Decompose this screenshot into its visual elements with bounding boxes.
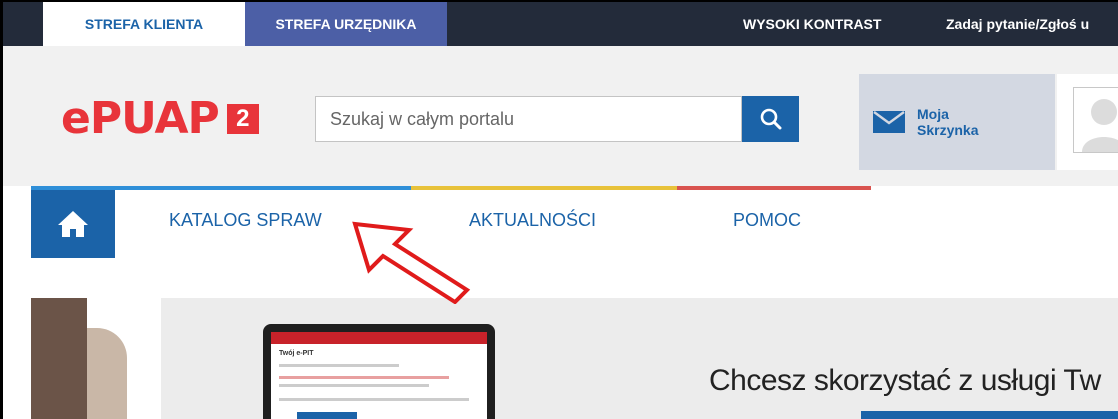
high-contrast-link[interactable]: WYSOKI KONTRAST: [743, 2, 881, 46]
laptop-screen: Twój e-PIT: [271, 332, 487, 419]
screen-header-bar: [271, 332, 487, 344]
hero-photo-detail: [87, 328, 127, 419]
my-inbox-button[interactable]: Moja Skrzynka: [859, 74, 1055, 170]
screen-title: Twój e-PIT: [279, 350, 314, 357]
hero-title: Chcesz skorzystać z usługi Tw: [709, 364, 1101, 397]
browser-viewport: STREFA KLIENTA STREFA URZĘDNIKA WYSOKI K…: [0, 0, 1118, 419]
nav-item-news[interactable]: AKTUALNOŚCI: [469, 210, 596, 231]
search-input[interactable]: [315, 96, 742, 142]
screen-text-line: [279, 384, 429, 387]
user-panel[interactable]: [1057, 74, 1118, 170]
search-icon: [760, 108, 781, 130]
logo-text: ePUAP: [61, 93, 220, 144]
hero-banner: Twój e-PIT Chcesz skorzystać z usługi Tw: [31, 298, 1118, 419]
envelope-icon: [873, 111, 905, 133]
ask-question-link[interactable]: Zadaj pytanie/Zgłoś u: [946, 2, 1089, 46]
tab-official-zone[interactable]: STREFA URZĘDNIKA: [245, 2, 447, 46]
hero-photo-area: [31, 298, 161, 419]
hero-cta-button[interactable]: [861, 411, 1118, 419]
search-button[interactable]: [742, 96, 799, 142]
screen-button: [297, 412, 357, 419]
top-bar: STREFA KLIENTA STREFA URZĘDNIKA WYSOKI K…: [3, 2, 1118, 46]
user-silhouette-icon: [1082, 99, 1118, 152]
color-stripe-yellow: [411, 186, 677, 190]
screen-text-line: [279, 398, 469, 401]
logo-badge: 2: [226, 104, 259, 134]
avatar[interactable]: [1073, 87, 1118, 153]
screen-text-line: [279, 376, 449, 379]
nav-item-help[interactable]: POMOC: [733, 210, 801, 231]
tab-client-zone[interactable]: STREFA KLIENTA: [43, 2, 245, 46]
epuap-logo[interactable]: ePUAP 2: [61, 97, 259, 141]
inbox-label: Moja Skrzynka: [917, 106, 979, 138]
laptop-illustration: Twój e-PIT: [263, 324, 495, 419]
screen-text-line: [279, 364, 399, 367]
home-button[interactable]: [31, 190, 115, 258]
hero-photo: [31, 298, 87, 419]
home-icon: [58, 211, 88, 237]
red-arrow-annotation-icon: [352, 221, 471, 304]
nav-item-case-catalog[interactable]: KATALOG SPRAW: [169, 210, 322, 231]
color-stripe-red: [677, 186, 871, 190]
